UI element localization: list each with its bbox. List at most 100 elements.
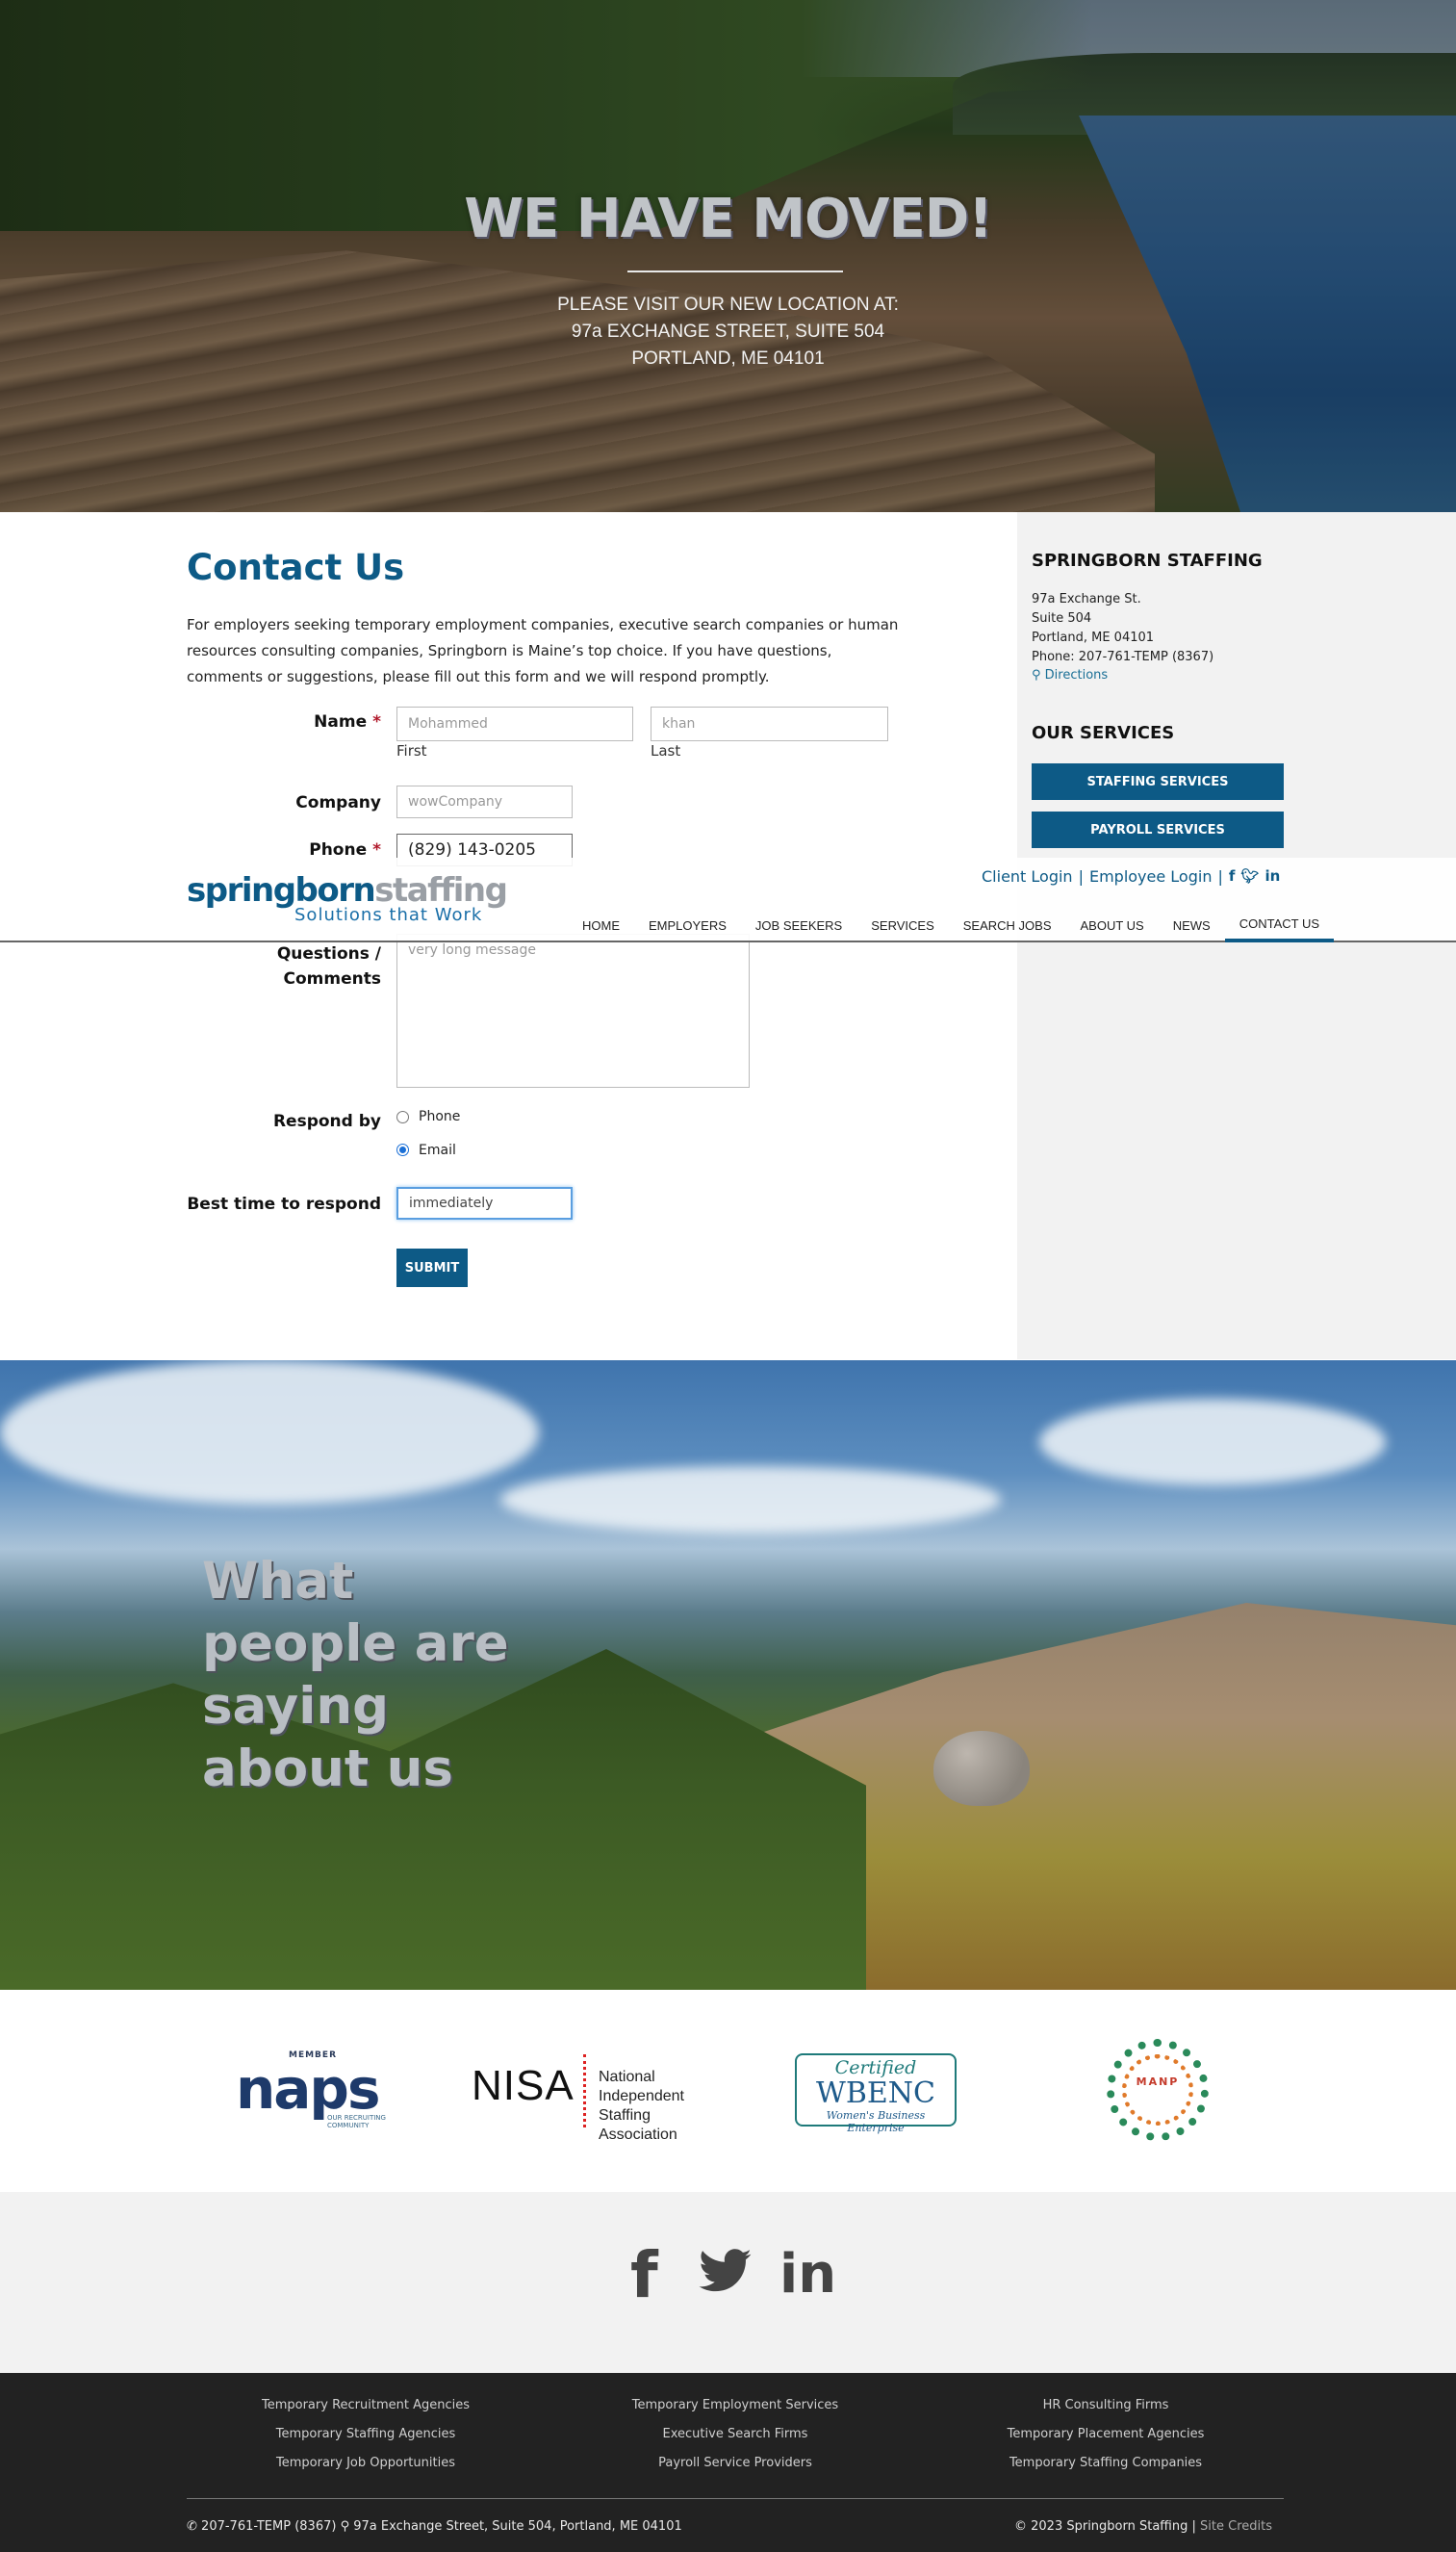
- cloud: [1039, 1399, 1386, 1485]
- wbenc-logo[interactable]: Certified WBENC Women's Business Enterpr…: [795, 2053, 957, 2134]
- cloud: [500, 1466, 1001, 1534]
- nav-contact-us[interactable]: CONTACT US: [1224, 909, 1335, 942]
- hero-divider: [627, 271, 843, 272]
- required-mark: *: [372, 712, 381, 732]
- first-name-sublabel: First: [396, 742, 427, 760]
- footer-copyright: © 2023 Springborn Staffing | Site Credit…: [1014, 2519, 1272, 2534]
- company-label: Company: [295, 793, 381, 812]
- site-credits-link[interactable]: Site Credits: [1200, 2519, 1272, 2534]
- logo-word-staffing: staffing: [374, 871, 508, 910]
- nav-about-us[interactable]: ABOUT US: [1066, 909, 1159, 942]
- respond-email-label: Email: [419, 1143, 456, 1158]
- manp-logo[interactable]: MANP: [1107, 2039, 1209, 2141]
- testimonial-boulder: [933, 1731, 1030, 1806]
- facebook-icon[interactable]: f: [1229, 867, 1236, 885]
- nav-news[interactable]: NEWS: [1159, 909, 1225, 942]
- footer-link[interactable]: Temporary Employment Services: [591, 2398, 880, 2412]
- manp-wordmark: MANP: [1136, 2075, 1180, 2088]
- client-login-link[interactable]: Client Login: [982, 867, 1073, 886]
- partner-logos: [0, 1990, 1456, 2192]
- footer-link[interactable]: Temporary Recruitment Agencies: [221, 2398, 510, 2412]
- hero-title: WE HAVE MOVED!: [464, 188, 992, 250]
- wbenc-subtext: Women's Business Enterprise: [826, 2109, 926, 2134]
- footer-link[interactable]: Executive Search Firms: [591, 2427, 880, 2441]
- hero-line-3: PORTLAND, ME 04101: [631, 348, 825, 369]
- footer-link[interactable]: HR Consulting Firms: [961, 2398, 1250, 2412]
- nav-employers[interactable]: EMPLOYERS: [634, 909, 741, 942]
- services-title: OUR SERVICES: [1032, 723, 1175, 743]
- best-time-label: Best time to respond: [187, 1195, 381, 1214]
- last-name-input[interactable]: khan: [651, 707, 888, 741]
- questions-label: Questions / Comments: [187, 941, 381, 992]
- nav-services[interactable]: SERVICES: [856, 909, 949, 942]
- nisa-subtext-line-1: National Independent: [599, 2069, 684, 2104]
- footer-link[interactable]: Temporary Staffing Companies: [961, 2456, 1250, 2470]
- main-nav: HOME EMPLOYERS JOB SEEKERS SERVICES SEAR…: [568, 909, 1335, 942]
- respond-email-radio[interactable]: [396, 1144, 409, 1156]
- sidebar-address-line-2: Suite 504: [1032, 611, 1092, 626]
- name-label: Name *: [187, 712, 381, 732]
- best-time-input[interactable]: immediately: [396, 1187, 573, 1220]
- respond-by-label: Respond by: [272, 1112, 381, 1131]
- nav-job-seekers[interactable]: JOB SEEKERS: [741, 909, 856, 942]
- testimonial-title: What people are saying about us: [202, 1552, 509, 1798]
- nisa-logo[interactable]: NISA National Independent Staffing Associ…: [472, 2052, 717, 2143]
- respond-phone-radio[interactable]: [396, 1111, 409, 1123]
- map-pin-icon: ⚲: [1032, 668, 1041, 683]
- twitter-icon[interactable]: 🐦︎: [1240, 867, 1259, 885]
- phone-icon: ✆: [187, 2519, 197, 2534]
- utility-links: Client Login | Employee Login | f 🐦︎ in: [982, 864, 1280, 888]
- naps-logo[interactable]: MEMBER naps OUR RECRUITING COMMUNITY: [236, 2050, 390, 2129]
- footer-link[interactable]: Payroll Service Providers: [591, 2456, 880, 2470]
- naps-wordmark: naps: [236, 2056, 380, 2122]
- logo-word-springborn: springborn: [187, 871, 376, 910]
- separator: |: [1217, 866, 1223, 886]
- submit-button[interactable]: SUBMIT: [396, 1249, 468, 1287]
- company-input[interactable]: wowCompany: [396, 786, 573, 818]
- footer-divider: [187, 2498, 1284, 2499]
- twitter-icon[interactable]: [699, 2249, 753, 2293]
- footer-link[interactable]: Temporary Job Opportunities: [221, 2456, 510, 2470]
- hero-overlay: [0, 0, 1456, 512]
- nav-search-jobs[interactable]: SEARCH JOBS: [949, 909, 1066, 942]
- facebook-icon[interactable]: f: [630, 2238, 658, 2312]
- separator: |: [1078, 866, 1084, 886]
- wbenc-certified: Certified: [834, 2057, 917, 2078]
- wbenc-wordmark: WBENC: [816, 2076, 935, 2110]
- first-name-input[interactable]: Mohammed: [396, 707, 633, 741]
- site-logo[interactable]: springbornstaffing: [187, 871, 508, 910]
- directions-link[interactable]: ⚲ Directions: [1032, 668, 1108, 683]
- nisa-subtext-line-2: Staffing Association: [599, 2107, 677, 2143]
- linkedin-icon[interactable]: in: [779, 2243, 836, 2306]
- last-name-sublabel: Last: [651, 742, 681, 760]
- manp-inner-ring: [1122, 2054, 1193, 2126]
- questions-label-line-2: Comments: [283, 969, 381, 989]
- logo-tagline: Solutions that Work: [294, 905, 483, 925]
- page-title: Contact Us: [187, 547, 405, 588]
- map-pin-icon: ⚲: [340, 2519, 350, 2534]
- nisa-subtext: National Independent Staffing Association: [599, 2068, 717, 2145]
- sidebar-address-line-1: 97a Exchange St.: [1032, 592, 1141, 606]
- cloud: [0, 1360, 539, 1505]
- employee-login-link[interactable]: Employee Login: [1089, 867, 1213, 886]
- nav-home[interactable]: HOME: [568, 909, 634, 942]
- hero-banner: [0, 0, 1456, 512]
- directions-label: Directions: [1044, 668, 1109, 683]
- footer-link[interactable]: Temporary Placement Agencies: [961, 2427, 1250, 2441]
- payroll-services-button[interactable]: PAYROLL SERVICES: [1032, 812, 1284, 848]
- respond-phone-label: Phone: [419, 1109, 461, 1124]
- linkedin-icon[interactable]: in: [1264, 867, 1280, 885]
- questions-textarea[interactable]: very long message: [396, 934, 750, 1088]
- naps-subtext: OUR RECRUITING COMMUNITY: [327, 2114, 386, 2129]
- staffing-services-button[interactable]: STAFFING SERVICES: [1032, 763, 1284, 800]
- footer-link[interactable]: Temporary Staffing Agencies: [221, 2427, 510, 2441]
- phone-label-text: Phone: [309, 840, 368, 860]
- footer-phone: 207-761-TEMP (8367): [201, 2519, 337, 2534]
- footer-contact: ✆ 207-761-TEMP (8367) ⚲ 97a Exchange Str…: [187, 2519, 682, 2534]
- name-label-text: Name: [314, 712, 368, 732]
- nisa-wordmark: NISA: [472, 2062, 575, 2109]
- sidebar-company-title: SPRINGBORN STAFFING: [1032, 551, 1263, 571]
- required-mark: *: [372, 840, 381, 860]
- footer-address: 97a Exchange Street, Suite 504, Portland…: [353, 2519, 682, 2534]
- copyright-text: © 2023 Springborn Staffing |: [1014, 2519, 1196, 2534]
